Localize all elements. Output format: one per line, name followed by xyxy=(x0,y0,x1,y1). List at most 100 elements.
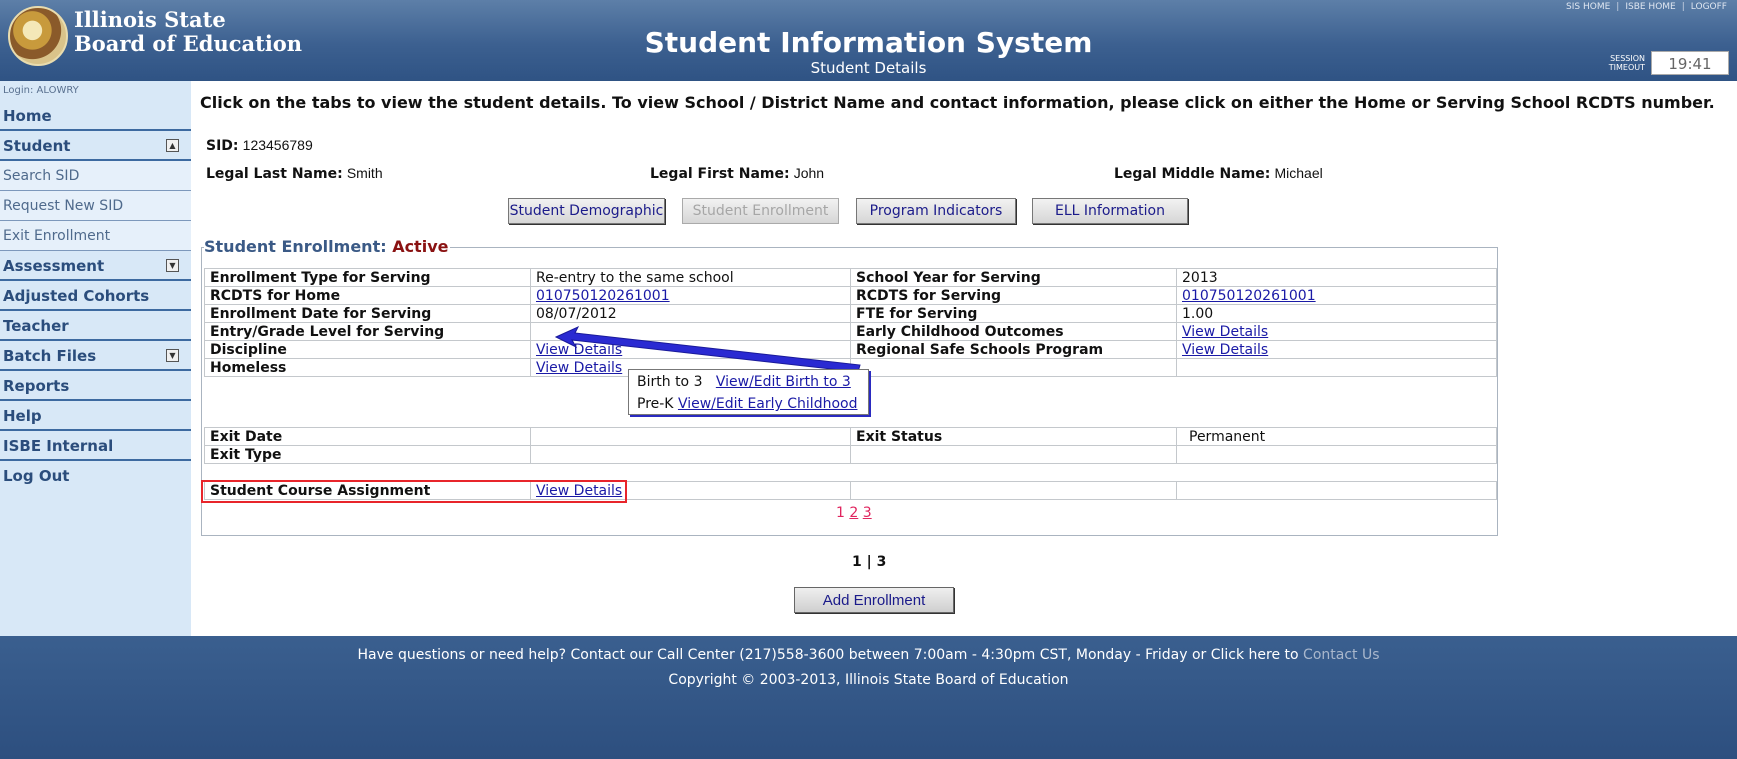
field-value: View Details xyxy=(530,340,851,359)
sidebar-item-label: Adjusted Cohorts xyxy=(3,287,150,305)
timeout-label-line-2: TIMEOUT xyxy=(1608,63,1645,72)
field-value xyxy=(530,427,851,446)
expand-icon[interactable]: ▼ xyxy=(166,259,179,272)
early-childhood-view-details-link[interactable]: View Details xyxy=(1182,324,1268,340)
contact-us-link[interactable]: Contact Us xyxy=(1303,647,1379,663)
sidebar: Login: ALOWRY Home Student ▲ Search SID R… xyxy=(0,81,191,655)
tab-program-indicators[interactable]: Program Indicators xyxy=(856,198,1016,224)
header-bar: Illinois State Board of Education Studen… xyxy=(0,0,1737,81)
sidebar-item-label: Help xyxy=(3,407,42,425)
sidebar-item-label: Log Out xyxy=(3,467,70,485)
sis-home-link[interactable]: SIS HOME xyxy=(1566,2,1610,12)
sidebar-item-label: Student xyxy=(3,137,71,155)
view-edit-early-childhood-link[interactable]: View/Edit Early Childhood xyxy=(678,396,858,412)
field-value: 010750120261001 xyxy=(1176,286,1497,305)
sidebar-item-label: Reports xyxy=(3,377,70,395)
sidebar-item-exit-enrollment[interactable]: Exit Enrollment xyxy=(0,221,191,251)
field-value: 1.00 xyxy=(1176,304,1497,323)
first-name-field: Legal First Name: John xyxy=(650,165,824,182)
popup-label: Birth to 3 xyxy=(637,374,703,390)
field-label: RCDTS for Home xyxy=(204,286,531,305)
enrollment-status: Active xyxy=(392,237,449,256)
sidebar-item-help[interactable]: Help xyxy=(0,401,191,431)
add-enrollment-button[interactable]: Add Enrollment xyxy=(794,587,954,613)
sidebar-item-student[interactable]: Student ▲ xyxy=(0,131,191,161)
footer-copyright: Copyright © 2003-2013, Illinois State Bo… xyxy=(668,672,1069,688)
expand-icon[interactable]: ▼ xyxy=(166,349,179,362)
sidebar-item-adjusted-cohorts[interactable]: Adjusted Cohorts xyxy=(0,281,191,311)
first-name-value: John xyxy=(793,165,825,181)
tab-student-demographic[interactable]: Student Demographic xyxy=(508,198,665,224)
discipline-view-details-link[interactable]: View Details xyxy=(536,342,622,358)
rcdts-home-link[interactable]: 010750120261001 xyxy=(536,288,670,304)
logoff-link[interactable]: LOGOFF xyxy=(1691,2,1727,12)
footer-help-text: Have questions or need help? Contact our… xyxy=(357,647,1304,663)
middle-name-label: Legal Middle Name: xyxy=(1114,166,1271,182)
top-links: SIS HOME | ISBE HOME | LOGOFF xyxy=(1566,2,1727,12)
footer-help: Have questions or need help? Contact our… xyxy=(0,647,1737,663)
popup-row-pre-k: Pre-K View/Edit Early Childhood xyxy=(637,396,857,412)
sid-value: 123456789 xyxy=(242,137,313,153)
collapse-icon[interactable]: ▲ xyxy=(166,139,179,152)
sidebar-item-teacher[interactable]: Teacher xyxy=(0,311,191,341)
sidebar-item-label: Exit Enrollment xyxy=(3,228,111,244)
login-info: Login: ALOWRY xyxy=(3,85,79,96)
table-row: Enrollment Type for Serving Re-entry to … xyxy=(204,268,1497,287)
field-label: FTE for Serving xyxy=(850,304,1177,323)
field-value: 2013 xyxy=(1176,268,1497,287)
rcdts-serving-link[interactable]: 010750120261001 xyxy=(1182,288,1316,304)
sidebar-item-assessment[interactable]: Assessment ▼ xyxy=(0,251,191,281)
instructions-text: Click on the tabs to view the student de… xyxy=(200,93,1715,112)
safe-schools-view-details-link[interactable]: View Details xyxy=(1182,342,1268,358)
field-label: Exit Status xyxy=(850,427,1177,446)
view-edit-birth-to-3-link[interactable]: View/Edit Birth to 3 xyxy=(716,374,851,390)
field-label: Exit Type xyxy=(204,445,531,464)
popup-label: Pre-K xyxy=(637,396,674,412)
sidebar-item-batch-files[interactable]: Batch Files ▼ xyxy=(0,341,191,371)
pagination: 1 2 3 xyxy=(836,505,872,521)
sidebar-item-label: Request New SID xyxy=(3,198,124,214)
sidebar-item-label: Home xyxy=(3,107,52,125)
first-name-label: Legal First Name: xyxy=(650,166,790,182)
field-label: Entry/Grade Level for Serving xyxy=(204,322,531,341)
field-label: School Year for Serving xyxy=(850,268,1177,287)
sidebar-item-isbe-internal[interactable]: ISBE Internal xyxy=(0,431,191,461)
sidebar-item-reports[interactable]: Reports xyxy=(0,371,191,401)
sidebar-item-label: Teacher xyxy=(3,317,69,335)
field-value xyxy=(850,481,1177,500)
field-value: 08/07/2012 xyxy=(530,304,851,323)
last-name-value: Smith xyxy=(346,165,383,181)
timeout-label-line-1: SESSION xyxy=(1610,54,1645,63)
field-value: View Details xyxy=(1176,322,1497,341)
sidebar-item-log-out[interactable]: Log Out xyxy=(0,461,191,491)
homeless-view-details-link[interactable]: View Details xyxy=(536,360,622,376)
table-row: Exit Date Exit Status Permanent xyxy=(204,427,1497,446)
sidebar-item-request-new-sid[interactable]: Request New SID xyxy=(0,191,191,221)
highlight-box xyxy=(201,480,627,503)
sid-field: SID: 123456789 xyxy=(206,137,313,154)
session-timeout-value: 19:41 xyxy=(1651,51,1729,75)
sidebar-item-home[interactable]: Home xyxy=(0,101,191,131)
sidebar-item-search-sid[interactable]: Search SID xyxy=(0,161,191,191)
field-label xyxy=(850,358,1177,377)
last-name-field: Legal Last Name: Smith xyxy=(206,165,383,182)
footer: Have questions or need help? Contact our… xyxy=(0,636,1737,759)
exit-details-table: Exit Date Exit Status Permanent Exit Typ… xyxy=(204,427,1497,464)
tab-student-enrollment: Student Enrollment xyxy=(682,198,839,224)
field-value: 010750120261001 xyxy=(530,286,851,305)
field-value: View Details xyxy=(1176,340,1497,359)
last-name-label: Legal Last Name: xyxy=(206,166,343,182)
table-row: Discipline View Details Regional Safe Sc… xyxy=(204,340,1497,359)
isbe-home-link[interactable]: ISBE HOME xyxy=(1625,2,1675,12)
page-title: Student Information System xyxy=(644,26,1093,59)
enrollment-details-table: Enrollment Type for Serving Re-entry to … xyxy=(204,268,1497,377)
field-value xyxy=(1176,481,1497,500)
enrollment-label: Student Enrollment: xyxy=(204,237,387,256)
field-value xyxy=(1176,358,1497,377)
page-link-2[interactable]: 2 xyxy=(849,505,858,521)
separator: | xyxy=(1681,2,1685,12)
page-link-3[interactable]: 3 xyxy=(863,505,872,521)
field-label: Homeless xyxy=(204,358,531,377)
tab-ell-information[interactable]: ELL Information xyxy=(1032,198,1188,224)
field-label: Enrollment Date for Serving xyxy=(204,304,531,323)
